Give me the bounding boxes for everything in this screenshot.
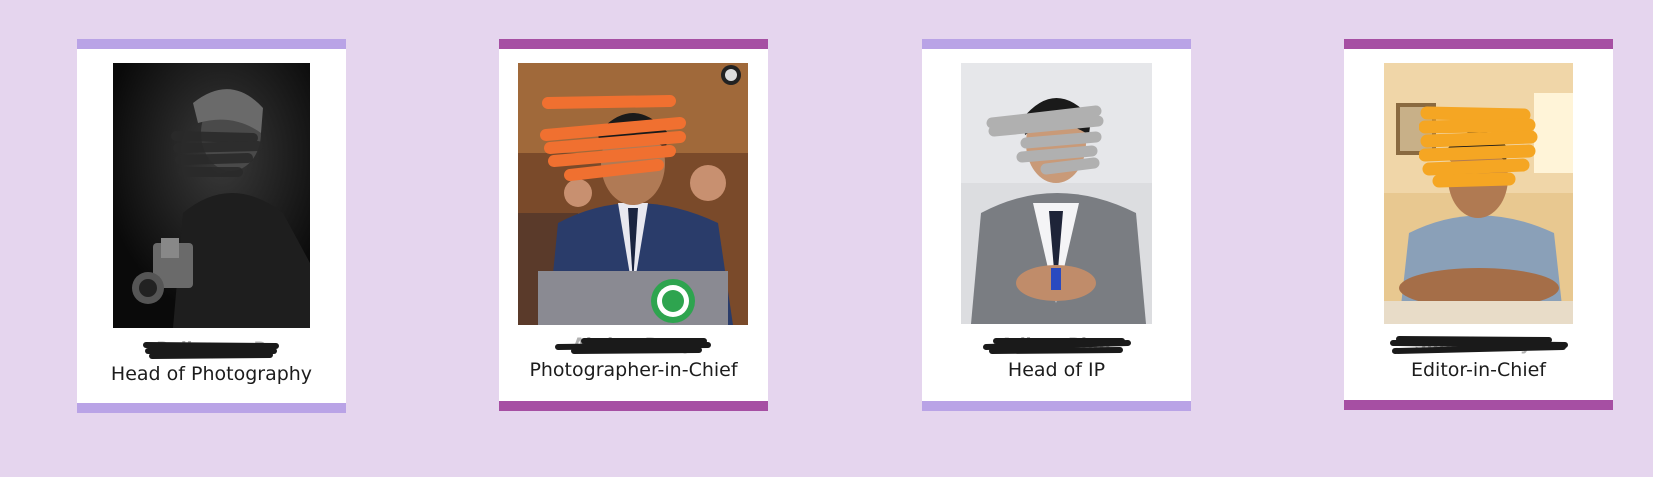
name-redaction bbox=[142, 342, 279, 359]
card-top-accent bbox=[77, 39, 346, 49]
name-redaction bbox=[982, 338, 1131, 354]
face-redaction bbox=[986, 105, 1104, 175]
member-role: Photographer-in-Chief bbox=[529, 359, 738, 381]
member-role: Head of Photography bbox=[110, 363, 313, 385]
team-card-1: Rajkumar R Head of Photography bbox=[77, 39, 346, 413]
card-top-accent bbox=[922, 39, 1191, 49]
member-name: Akshat Deep bbox=[499, 335, 768, 355]
name-redaction bbox=[554, 338, 711, 354]
card-top-accent bbox=[1344, 39, 1613, 49]
name-redaction bbox=[1389, 336, 1568, 354]
card-bottom-accent bbox=[499, 401, 768, 411]
card-bottom-accent bbox=[77, 403, 346, 413]
face-redaction bbox=[540, 95, 686, 181]
team-card-4: Suhas Vaidya Editor-in-Chief bbox=[1344, 39, 1613, 410]
member-photo bbox=[1384, 63, 1573, 324]
member-photo bbox=[113, 63, 310, 328]
member-name: Rajkumar R bbox=[77, 339, 346, 359]
team-card-2: Akshat Deep Photographer-in-Chief bbox=[499, 39, 768, 411]
face-redaction bbox=[1419, 106, 1538, 188]
member-name: Suhas Vaidya bbox=[1344, 335, 1613, 355]
member-photo bbox=[961, 63, 1152, 324]
card-top-accent bbox=[499, 39, 768, 49]
member-photo bbox=[518, 63, 748, 325]
card-bottom-accent bbox=[1344, 400, 1613, 410]
member-role: Editor-in-Chief bbox=[1410, 359, 1546, 381]
face-redaction bbox=[171, 131, 263, 177]
card-bottom-accent bbox=[922, 401, 1191, 411]
member-name: Aditya Bhat bbox=[922, 335, 1191, 355]
member-role: Head of IP bbox=[1007, 359, 1106, 381]
team-card-3: Aditya Bhat Head of IP bbox=[922, 39, 1191, 411]
